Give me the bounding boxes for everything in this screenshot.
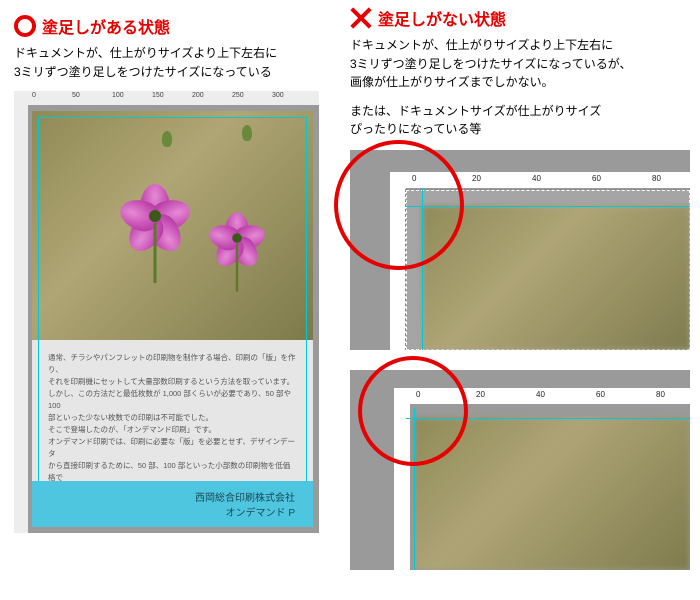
ruler-tick: 150 (152, 92, 164, 99)
good-example-column: 塗足しがある状態 ドキュメントが、仕上がりサイズより上下左右に 3ミリずつ塗り足… (0, 0, 340, 600)
ruler-tick: 200 (192, 92, 204, 99)
bad-example-column: 塗足しがない状態 ドキュメントが、仕上がりサイズより上下左右に 3ミリずつ塗り足… (340, 0, 700, 600)
ruler-tick: 60 (596, 390, 605, 399)
ruler-tick: 60 (592, 174, 601, 183)
sample-photo-blur (422, 206, 690, 350)
sample-photo (32, 111, 313, 340)
body-line: 通常、チラシやパンフレットの印刷物を制作する場合、印刷の「版」を作り、 (48, 352, 297, 376)
bad-description-2: または、ドキュメントサイズが仕上がりサイズ ぴったりになっている等 (350, 102, 690, 139)
bad-corner-zoom-1: 0 20 40 60 80 (350, 150, 690, 350)
ruler-tick: 0 (412, 174, 416, 183)
ruler-tick: 250 (232, 92, 244, 99)
body-line: しかし、この方法だと最低枚数が 1,000 部くらいが必要であり、50 部や 1… (48, 388, 297, 412)
x-ng-icon (350, 7, 372, 29)
circle-ok-icon (14, 15, 36, 37)
ruler-tick: 20 (476, 390, 485, 399)
good-editor-canvas: 0 50 100 150 200 250 300 (14, 91, 319, 533)
body-line: それを印刷機にセットして大量部数印刷するという方法を取っています。 (48, 376, 297, 388)
ruler-vertical (14, 91, 28, 533)
ruler-tick: 20 (472, 174, 481, 183)
bleed-guide (406, 418, 690, 419)
document-page: 通常、チラシやパンフレットの印刷物を制作する場合、印刷の「版」を作り、 それを印… (32, 111, 313, 527)
ruler-tick: 40 (536, 390, 545, 399)
ruler-tick: 0 (416, 390, 420, 399)
bleed-guide (406, 206, 690, 207)
bleed-guide (38, 117, 307, 118)
sample-photo-blur (414, 418, 690, 570)
bleed-guide (414, 408, 415, 570)
ruler-tick: 80 (652, 174, 661, 183)
bad-heading: 塗足しがない状態 (378, 6, 506, 30)
ruler-horizontal: 0 20 40 60 80 (394, 388, 690, 404)
good-description: ドキュメントが、仕上がりサイズより上下左右に 3ミリずつ塗り足しをつけたサイズに… (14, 44, 330, 81)
ruler-tick: 300 (272, 92, 284, 99)
body-line: オンデマンド印刷では、印刷に必要な「版」を必要とせず、デザインデータ (48, 436, 297, 460)
good-heading: 塗足しがある状態 (42, 14, 170, 38)
ruler-tick: 80 (656, 390, 665, 399)
ruler-vertical (394, 388, 410, 570)
ruler-horizontal: 0 20 40 60 80 (390, 172, 690, 188)
body-line: そこで登場したのが、「オンデマンド印刷」です。 (48, 424, 297, 436)
ruler-tick: 100 (112, 92, 124, 99)
footer-company: 西岡総合印刷株式会社 (195, 489, 295, 504)
bad-description-1: ドキュメントが、仕上がりサイズより上下左右に 3ミリずつ塗り足しをつけたサイズに… (350, 36, 690, 92)
bad-corner-zoom-2: 0 20 40 60 80 (350, 370, 690, 570)
sample-footer: 西岡総合印刷株式会社 オンデマンド P (32, 481, 313, 527)
bleed-guide (422, 188, 423, 350)
bleed-guide (38, 117, 39, 521)
bad-header: 塗足しがない状態 (350, 6, 690, 30)
ruler-horizontal: 0 50 100 150 200 250 300 (14, 91, 319, 105)
good-header: 塗足しがある状態 (14, 14, 330, 38)
ruler-tick: 40 (532, 174, 541, 183)
sample-body-text: 通常、チラシやパンフレットの印刷物を制作する場合、印刷の「版」を作り、 それを印… (48, 352, 297, 496)
body-line: 部といった少ない枚数での印刷は不可能でした。 (48, 412, 297, 424)
ruler-tick: 0 (32, 92, 36, 99)
bleed-guide (306, 117, 307, 521)
ruler-tick: 50 (72, 92, 80, 99)
ruler-vertical (390, 172, 406, 350)
footer-sub: オンデマンド P (226, 504, 295, 519)
